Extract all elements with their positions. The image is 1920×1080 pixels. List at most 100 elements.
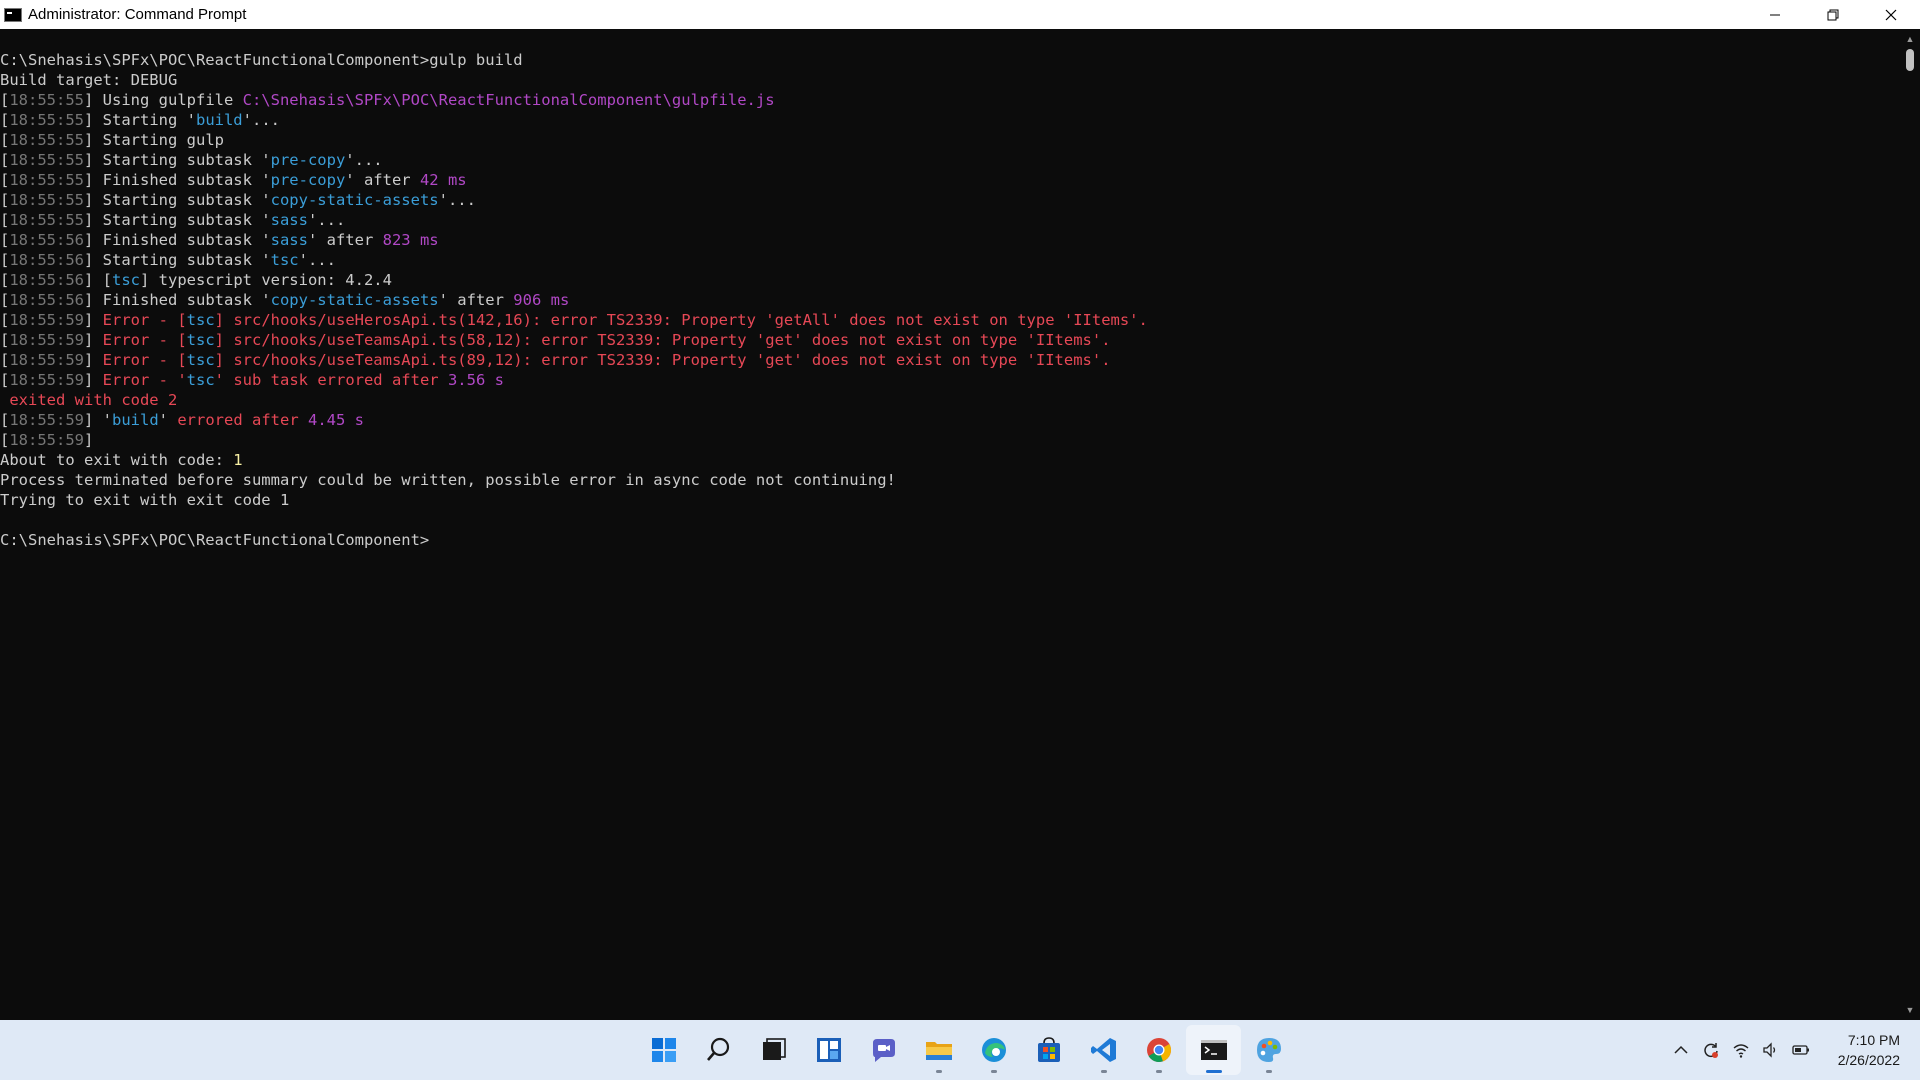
console-segment: tsc [112, 271, 140, 289]
console-segment: ] [84, 351, 103, 369]
console-line: [18:55:55] Starting subtask 'sass'... [0, 210, 1900, 230]
console-segment: 18:55:56 [9, 291, 84, 309]
console-segment: ] Using gulpfile [84, 91, 243, 109]
edge-icon [979, 1035, 1009, 1065]
console-segment: sass [270, 231, 308, 249]
console-segment: [ [0, 371, 10, 389]
console-line: C:\Snehasis\SPFx\POC\ReactFunctionalComp… [0, 50, 1900, 70]
console-line: [18:55:55] Finished subtask 'pre-copy' a… [0, 170, 1900, 190]
console-line: [18:55:56] Starting subtask 'tsc'... [0, 250, 1900, 270]
console-segment: 18:55:55 [9, 211, 84, 229]
console-segment: 18:55:59 [9, 371, 84, 389]
chat-icon [869, 1035, 899, 1065]
vscode-button[interactable] [1076, 1025, 1131, 1075]
console-segment: ] Starting subtask ' [84, 191, 271, 209]
console-line: C:\Snehasis\SPFx\POC\ReactFunctionalComp… [0, 530, 1900, 550]
console-segment: 42 ms [419, 171, 467, 189]
console-line: [18:55:55] Using gulpfile C:\Snehasis\SP… [0, 90, 1900, 110]
console-segment: build [195, 111, 243, 129]
console-segment: 18:55:55 [9, 151, 84, 169]
search-button[interactable] [691, 1025, 746, 1075]
console-segment: '... [307, 211, 346, 229]
chevron-up-icon[interactable] [1666, 1035, 1696, 1065]
running-indicator [1155, 1070, 1162, 1073]
clock[interactable]: 7:10 PM 2/26/2022 [1824, 1030, 1920, 1070]
console-segment: 18:55:59 [9, 351, 84, 369]
console-line: [18:55:59] Error - [tsc] src/hooks/useTe… [0, 330, 1900, 350]
speaker-icon[interactable] [1756, 1035, 1786, 1065]
console-segment: Process terminated before summary could … [0, 471, 896, 489]
running-indicator [1100, 1070, 1107, 1073]
windows-logo-icon [649, 1035, 679, 1065]
console-segment: ] Finished subtask ' [84, 171, 271, 189]
console-line: [18:55:59] Error - [tsc] src/hooks/useTe… [0, 350, 1900, 370]
console-segment: ] typescript version: 4.2.4 [140, 271, 392, 289]
console-segment: [ [0, 431, 10, 449]
vscode-icon [1089, 1035, 1119, 1065]
console-segment: [ [0, 111, 10, 129]
taskbar: 7:10 PM 2/26/2022 [0, 1020, 1920, 1080]
console-segment: 18:55:55 [9, 111, 84, 129]
console-segment: [ [0, 191, 10, 209]
console-segment: copy-static-assets [270, 191, 439, 209]
command-prompt-button[interactable] [1186, 1025, 1241, 1075]
widgets-button[interactable] [801, 1025, 856, 1075]
paint-button[interactable] [1241, 1025, 1296, 1075]
console-segment: 18:55:56 [9, 271, 84, 289]
console-segment: 18:55:55 [9, 191, 84, 209]
scroll-down-arrow-icon[interactable]: ▼ [1904, 1004, 1916, 1016]
console-line: [18:55:55] Starting subtask 'copy-static… [0, 190, 1900, 210]
sync-icon[interactable] [1696, 1035, 1726, 1065]
console-segment: [ [0, 251, 10, 269]
console-line: Trying to exit with exit code 1 [0, 490, 1900, 510]
console-segment: tsc [186, 371, 215, 389]
console-segment: build [112, 411, 159, 429]
console-line: [18:55:55] Starting gulp [0, 130, 1900, 150]
console-segment: ' [158, 411, 178, 429]
palette-icon [1254, 1035, 1284, 1065]
running-indicator [1265, 1070, 1272, 1073]
console-segment: pre-copy [270, 151, 346, 169]
console-segment: [ [0, 91, 10, 109]
restore-button[interactable] [1804, 0, 1862, 29]
vertical-scrollbar[interactable]: ▲ ▼ [1900, 29, 1920, 1020]
battery-icon[interactable] [1786, 1035, 1816, 1065]
console-segment: 18:55:59 [9, 411, 84, 429]
console-line: [18:55:59] Error - 'tsc' sub task errore… [0, 370, 1900, 390]
close-button[interactable] [1862, 0, 1920, 29]
console-line: [18:55:59] Error - [tsc] src/hooks/useHe… [0, 310, 1900, 330]
console-segment: [ [0, 271, 10, 289]
console-segment: [ [0, 311, 10, 329]
file-explorer-button[interactable] [911, 1025, 966, 1075]
running-indicator [935, 1070, 942, 1073]
console-segment: C:\Snehasis\SPFx\POC\ReactFunctionalComp… [242, 91, 775, 109]
console-output[interactable]: C:\Snehasis\SPFx\POC\ReactFunctionalComp… [0, 29, 1900, 1020]
console-segment: ' sub task errored after [214, 371, 448, 389]
edge-button[interactable] [966, 1025, 1021, 1075]
console-segment: Build target: DEBUG [0, 71, 178, 89]
console-line: [18:55:56] Finished subtask 'sass' after… [0, 230, 1900, 250]
console-line: [18:55:56] [tsc] typescript version: 4.2… [0, 270, 1900, 290]
console-segment: '... [298, 251, 336, 269]
folder-icon [924, 1035, 954, 1065]
console-line: [18:55:55] Starting subtask 'pre-copy'..… [0, 150, 1900, 170]
console-segment: '... [345, 151, 383, 169]
console-segment: ] src/hooks/useTeamsApi.ts(89,12): error… [214, 351, 1111, 369]
console-segment: tsc [270, 251, 299, 269]
console-segment: Trying to exit with exit code 1 [0, 491, 290, 509]
store-icon [1034, 1035, 1064, 1065]
wifi-icon[interactable] [1726, 1035, 1756, 1065]
console-segment: 823 ms [382, 231, 439, 249]
scroll-up-arrow-icon[interactable]: ▲ [1904, 33, 1916, 45]
console-segment: About to exit with code: [0, 451, 234, 469]
task-view-button[interactable] [746, 1025, 801, 1075]
start-button[interactable] [636, 1025, 691, 1075]
console-segment: ] ' [84, 411, 112, 429]
minimize-button[interactable] [1746, 0, 1804, 29]
title-bar[interactable]: Administrator: Command Prompt [0, 0, 1920, 29]
chat-button[interactable] [856, 1025, 911, 1075]
console-segment: [ [0, 411, 10, 429]
chrome-button[interactable] [1131, 1025, 1186, 1075]
store-button[interactable] [1021, 1025, 1076, 1075]
scroll-thumb[interactable] [1906, 49, 1914, 71]
